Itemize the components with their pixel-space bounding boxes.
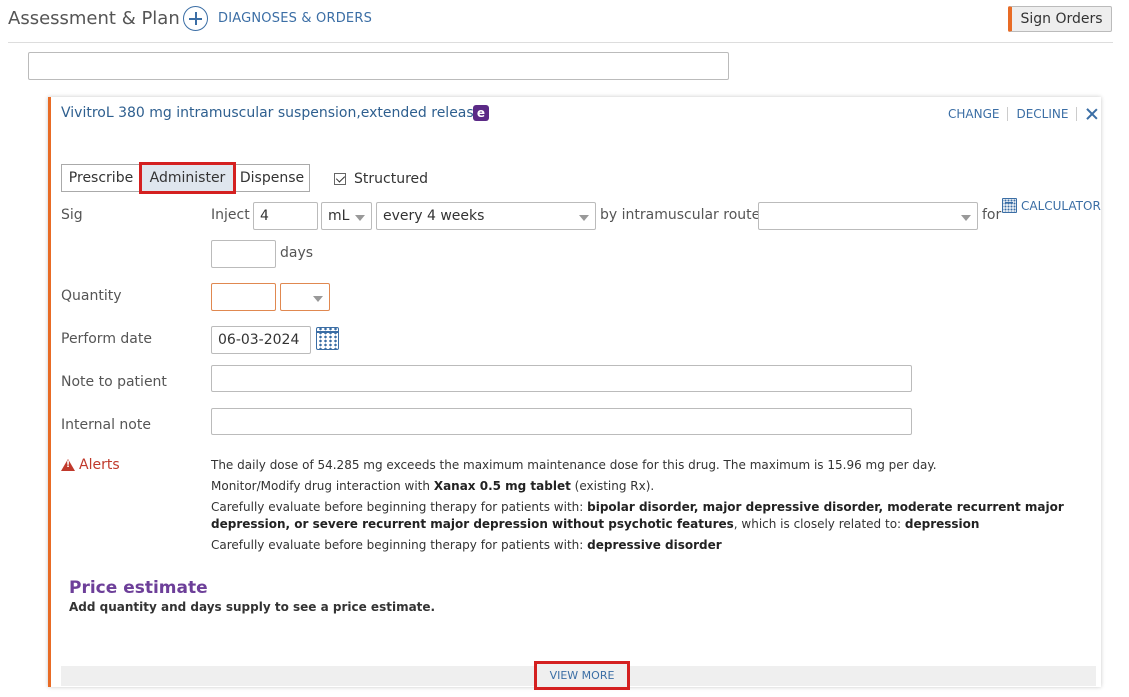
alert-text: (existing Rx). bbox=[570, 479, 655, 493]
dose-unit-select[interactable]: mL bbox=[321, 202, 372, 230]
alerts-label: Alerts bbox=[79, 457, 120, 473]
frequency-value: every 4 weeks bbox=[383, 208, 485, 224]
tab-dispense[interactable]: Dispense bbox=[234, 164, 310, 192]
internal-note-label: Internal note bbox=[61, 417, 151, 433]
quantity-label: Quantity bbox=[61, 288, 122, 304]
note-to-patient-label: Note to patient bbox=[61, 374, 167, 390]
chevron-down-icon bbox=[313, 296, 323, 302]
sign-orders-button[interactable]: Sign Orders bbox=[1008, 6, 1112, 32]
quantity-input[interactable] bbox=[211, 283, 276, 311]
chevron-down-icon bbox=[579, 215, 589, 221]
sig-label: Sig bbox=[61, 207, 83, 223]
for-text: for bbox=[982, 207, 1002, 223]
quantity-unit-select[interactable] bbox=[280, 283, 330, 311]
price-estimate-title: Price estimate bbox=[69, 578, 208, 598]
interacting-drug-name: Xanax 0.5 mg tablet bbox=[433, 479, 571, 493]
dose-amount-input[interactable]: 4 bbox=[253, 202, 318, 230]
section-title: Assessment & Plan bbox=[8, 8, 180, 29]
order-search-input[interactable] bbox=[28, 52, 729, 80]
perform-date-label: Perform date bbox=[61, 331, 152, 347]
medication-name-link[interactable]: VivitroL 380 mg intramuscular suspension… bbox=[61, 105, 482, 121]
plus-circle-icon bbox=[183, 6, 208, 31]
alert-condition-warning-2: Carefully evaluate before beginning ther… bbox=[211, 537, 1091, 554]
alerts-heading: Alerts bbox=[61, 457, 120, 473]
alert-conditions: depressive disorder bbox=[587, 538, 722, 552]
price-estimate-subtitle: Add quantity and days supply to see a pr… bbox=[69, 600, 436, 614]
calculator-label: CALCULATOR bbox=[1021, 198, 1101, 213]
frequency-select[interactable]: every 4 weeks bbox=[376, 202, 596, 230]
decline-button[interactable]: DECLINE bbox=[1016, 107, 1068, 121]
divider bbox=[1007, 107, 1009, 121]
alert-text: Carefully evaluate before beginning ther… bbox=[211, 538, 588, 552]
alert-text: , which is closely related to: bbox=[733, 517, 905, 531]
add-diagnoses-orders-button[interactable]: DIAGNOSES & ORDERS bbox=[183, 6, 372, 31]
header-divider bbox=[8, 42, 1113, 43]
internal-note-input[interactable] bbox=[211, 408, 912, 435]
calculator-button[interactable]: CALCULATOR bbox=[1002, 198, 1101, 213]
divider bbox=[1076, 107, 1078, 121]
view-more-button[interactable]: VIEW MORE bbox=[534, 661, 630, 690]
alert-drug-interaction: Monitor/Modify drug interaction with Xan… bbox=[211, 478, 1091, 495]
e-prescribe-badge-icon: e bbox=[473, 105, 489, 121]
related-condition: depression bbox=[904, 517, 980, 531]
add-diagnoses-orders-label: DIAGNOSES & ORDERS bbox=[218, 11, 373, 26]
route-select[interactable] bbox=[758, 202, 978, 230]
tab-prescribe[interactable]: Prescribe bbox=[61, 164, 141, 192]
checkbox-checked-icon[interactable] bbox=[334, 173, 346, 185]
alert-condition-warning: Carefully evaluate before beginning ther… bbox=[211, 499, 1091, 533]
tab-administer[interactable]: Administer bbox=[139, 162, 236, 194]
alert-text: Monitor/Modify drug interaction with bbox=[211, 479, 434, 493]
chevron-down-icon bbox=[355, 215, 365, 221]
close-icon[interactable] bbox=[1085, 107, 1099, 121]
alert-dose-warning: The daily dose of 54.285 mg exceeds the … bbox=[211, 458, 937, 472]
route-text: by intramuscular route bbox=[600, 207, 761, 223]
calendar-icon[interactable] bbox=[316, 327, 339, 350]
dose-unit-value: mL bbox=[328, 208, 350, 224]
days-text: days bbox=[280, 245, 314, 261]
note-to-patient-input[interactable] bbox=[211, 365, 912, 392]
warning-icon bbox=[61, 459, 75, 471]
order-actions: CHANGE DECLINE bbox=[948, 107, 1099, 121]
calculator-icon bbox=[1002, 198, 1017, 213]
change-button[interactable]: CHANGE bbox=[948, 107, 999, 121]
structured-checkbox[interactable]: Structured bbox=[334, 171, 428, 187]
chevron-down-icon bbox=[961, 215, 971, 221]
alert-text: Carefully evaluate before beginning ther… bbox=[211, 500, 588, 514]
inject-text: Inject bbox=[211, 207, 250, 223]
days-input[interactable] bbox=[211, 240, 276, 268]
structured-label: Structured bbox=[354, 171, 429, 187]
perform-date-input[interactable]: 06-03-2024 bbox=[211, 326, 311, 354]
